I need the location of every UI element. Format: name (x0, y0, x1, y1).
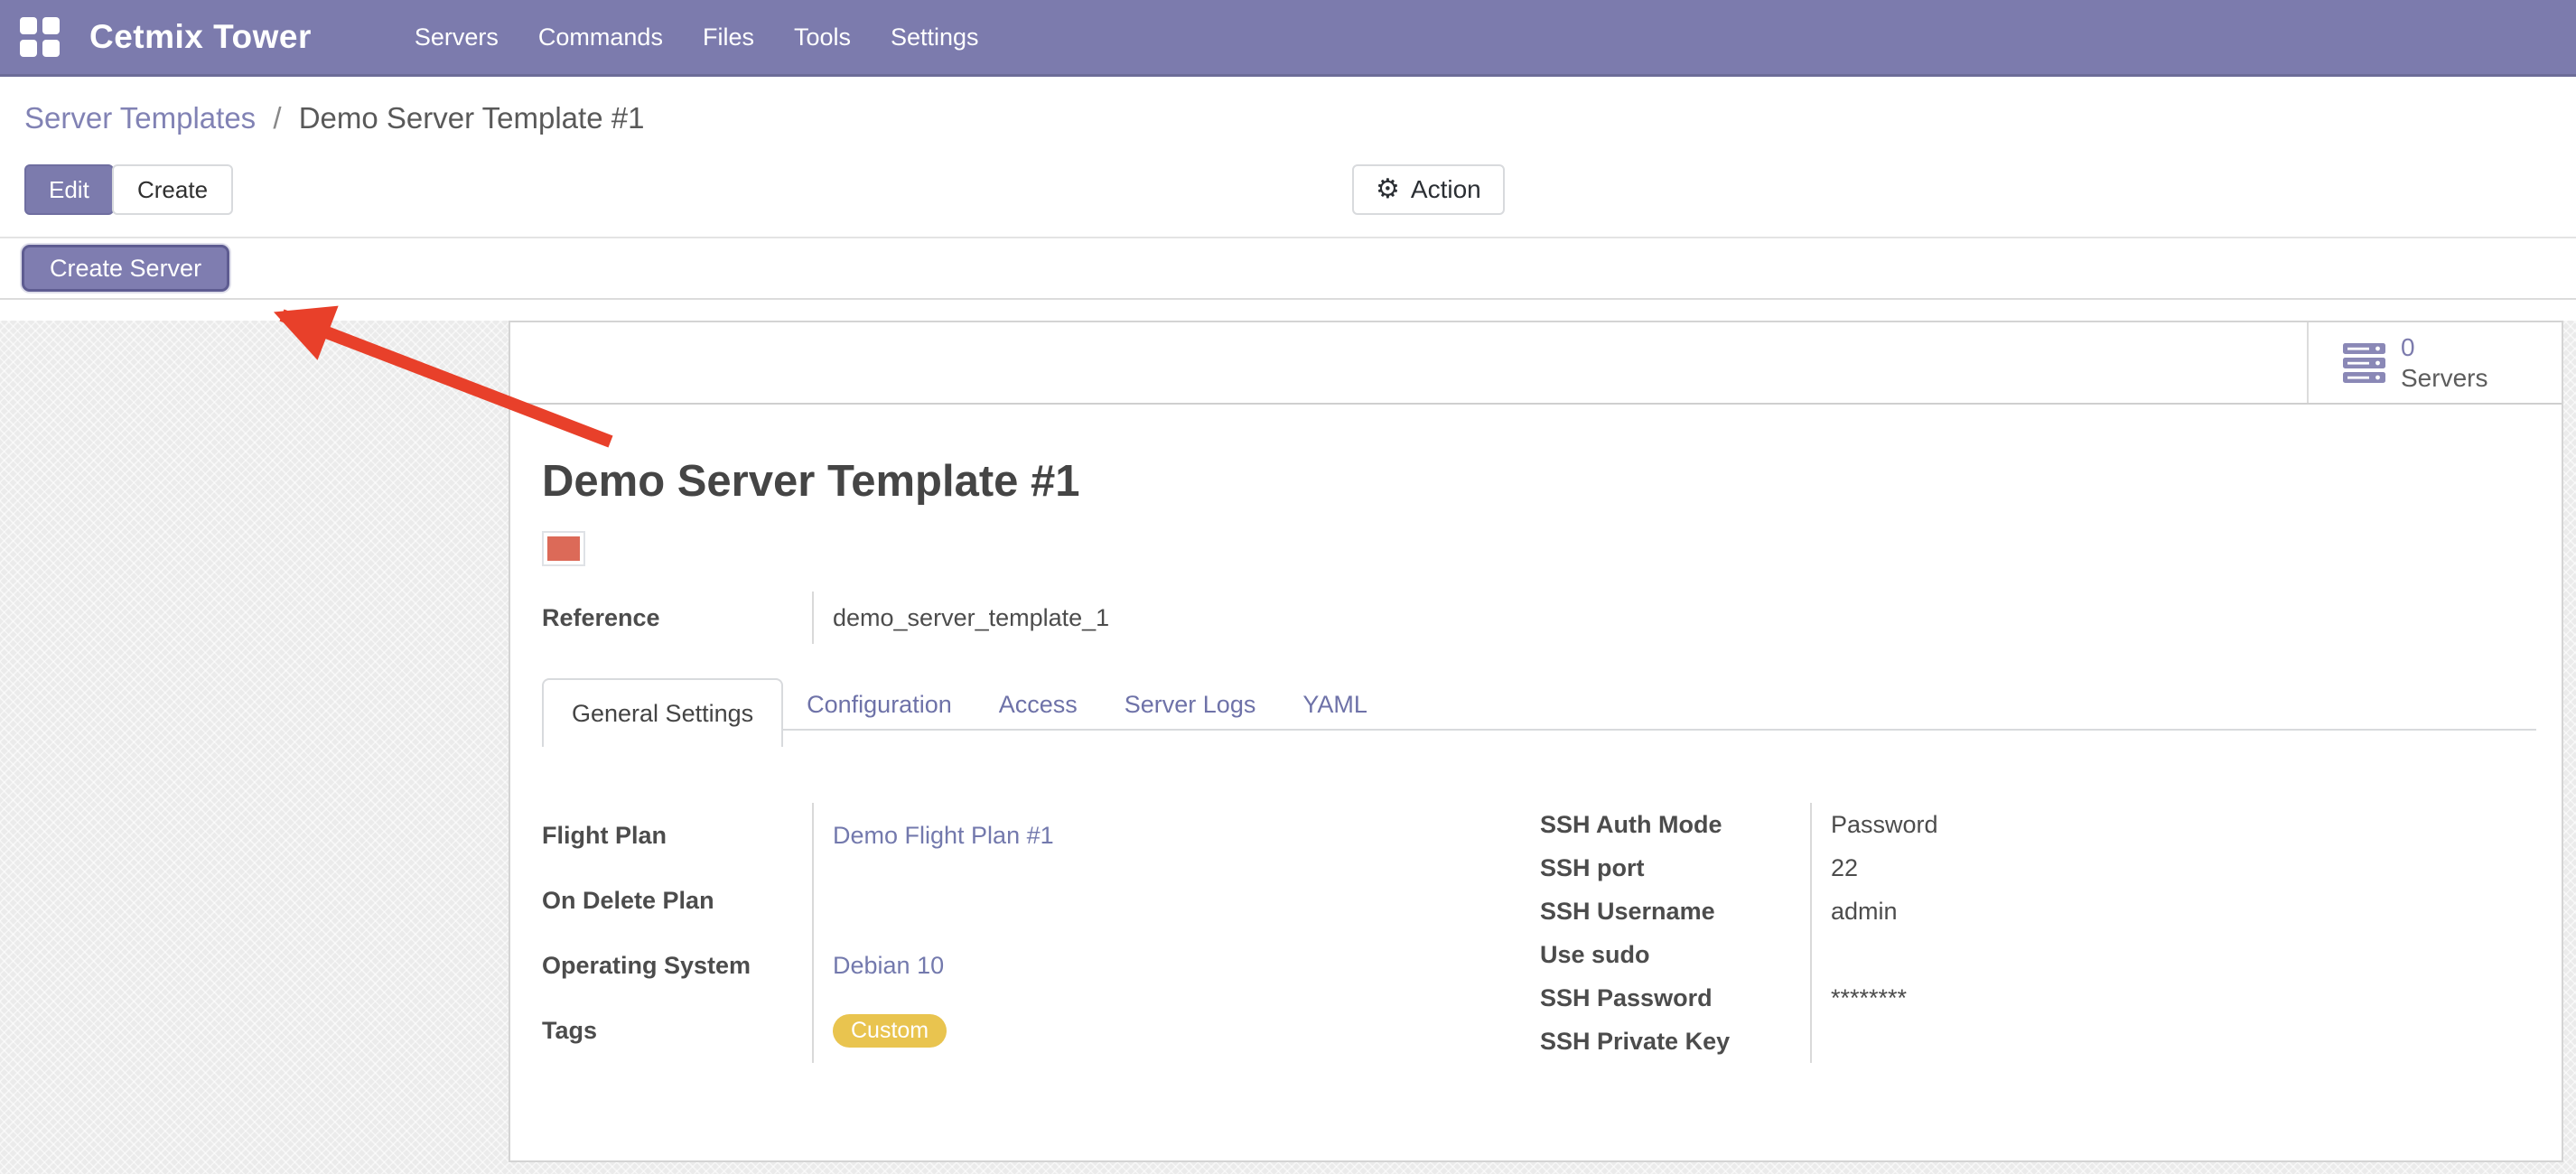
field-label-ssh-port: SSH port (1540, 846, 1810, 890)
button-box: 0 Servers (510, 322, 2562, 405)
field-value-tags: Custom (812, 998, 1540, 1063)
action-button[interactable]: ⚙ Action (1352, 164, 1505, 215)
breadcrumb-parent-link[interactable]: Server Templates (24, 101, 256, 135)
operating-system-link[interactable]: Debian 10 (833, 952, 944, 980)
create-button[interactable]: Create (112, 164, 233, 215)
apps-menu-icon[interactable] (20, 17, 60, 57)
field-label-flight-plan: Flight Plan (542, 803, 812, 868)
nav-item-files[interactable]: Files (701, 18, 756, 57)
breadcrumb-separator: / (273, 101, 281, 135)
gear-icon: ⚙ (1376, 176, 1400, 203)
reference-value: demo_server_template_1 (812, 592, 1109, 644)
field-value-flight-plan: Demo Flight Plan #1 (812, 803, 1540, 868)
field-group-right: SSH Auth Mode Password SSH port 22 SSH U… (1540, 803, 2536, 1063)
servers-label: Servers (2401, 363, 2487, 394)
servers-stat-text: 0 Servers (2401, 332, 2487, 393)
servers-stat-button[interactable]: 0 Servers (2307, 322, 2562, 403)
field-label-ssh-auth-mode: SSH Auth Mode (1540, 803, 1810, 846)
field-value-operating-system: Debian 10 (812, 933, 1540, 998)
field-label-use-sudo: Use sudo (1540, 933, 1810, 976)
content-background: 0 Servers Demo Server Template #1 Refere… (0, 321, 2576, 1174)
record-title: Demo Server Template #1 (542, 456, 2536, 507)
tab-access[interactable]: Access (975, 678, 1101, 731)
edit-button[interactable]: Edit (24, 164, 114, 215)
field-columns: Flight Plan Demo Flight Plan #1 On Delet… (542, 803, 2536, 1063)
top-nav-bar: Cetmix Tower Servers Commands Files Tool… (0, 0, 2576, 77)
field-value-on-delete-plan (812, 868, 1540, 933)
field-label-ssh-password: SSH Password (1540, 976, 1810, 1020)
tab-server-logs[interactable]: Server Logs (1101, 678, 1280, 731)
notebook-tabs: General Settings Configuration Access Se… (542, 678, 2536, 731)
field-value-ssh-username: admin (1810, 890, 2536, 933)
flight-plan-link[interactable]: Demo Flight Plan #1 (833, 822, 1054, 850)
statusbar: Create Server (0, 237, 2576, 300)
nav-menu: Servers Commands Files Tools Settings (413, 18, 981, 57)
breadcrumb: Server Templates / Demo Server Template … (24, 101, 644, 135)
app-brand-title[interactable]: Cetmix Tower (89, 18, 312, 56)
breadcrumb-current: Demo Server Template #1 (299, 101, 645, 135)
form-card: 0 Servers Demo Server Template #1 Refere… (509, 321, 2563, 1162)
tab-configuration[interactable]: Configuration (783, 678, 975, 731)
tab-general-settings[interactable]: General Settings (542, 678, 783, 747)
servers-stack-icon (2343, 343, 2386, 383)
nav-item-tools[interactable]: Tools (792, 18, 853, 57)
tag-badge-custom[interactable]: Custom (833, 1014, 947, 1048)
field-value-ssh-password: ******** (1810, 976, 2536, 1020)
field-value-ssh-port: 22 (1810, 846, 2536, 890)
field-label-operating-system: Operating System (542, 933, 812, 998)
reference-label: Reference (542, 604, 812, 632)
field-value-ssh-auth-mode: Password (1810, 803, 2536, 846)
tab-yaml[interactable]: YAML (1279, 678, 1391, 731)
nav-item-servers[interactable]: Servers (413, 18, 500, 57)
nav-item-settings[interactable]: Settings (889, 18, 981, 57)
field-label-on-delete-plan: On Delete Plan (542, 868, 812, 933)
nav-item-commands[interactable]: Commands (537, 18, 665, 57)
action-button-label: Action (1411, 175, 1481, 204)
reference-row: Reference demo_server_template_1 (542, 592, 2536, 644)
field-label-ssh-private-key: SSH Private Key (1540, 1020, 1810, 1063)
field-label-ssh-username: SSH Username (1540, 890, 1810, 933)
field-label-tags: Tags (542, 998, 812, 1063)
color-swatch-fill (547, 536, 580, 561)
create-server-button[interactable]: Create Server (22, 245, 229, 292)
color-picker-swatch[interactable] (542, 531, 585, 566)
field-value-ssh-private-key (1810, 1020, 2536, 1063)
servers-count: 0 (2401, 332, 2487, 363)
field-group-left: Flight Plan Demo Flight Plan #1 On Delet… (542, 803, 1540, 1063)
form-sheet: Demo Server Template #1 Reference demo_s… (510, 405, 2562, 1063)
field-value-use-sudo (1810, 933, 2536, 976)
control-panel: Server Templates / Demo Server Template … (0, 77, 2576, 237)
